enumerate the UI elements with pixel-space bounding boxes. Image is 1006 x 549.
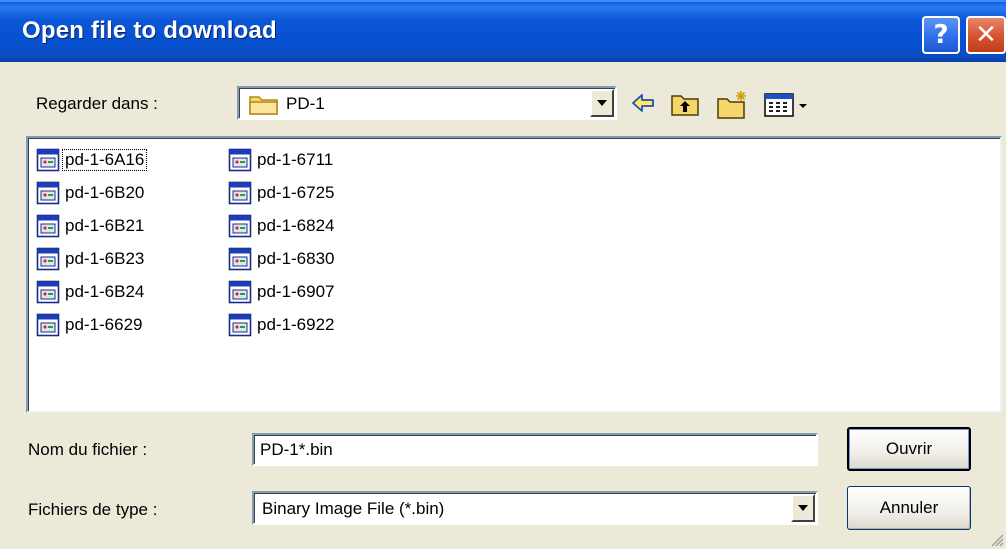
window-title: Open file to download: [22, 17, 277, 44]
file-name: pd-1-6A16: [61, 149, 148, 171]
list-item[interactable]: pd-1-6B21: [36, 212, 146, 240]
file-name: pd-1-6B20: [65, 183, 145, 202]
binary-file-icon: [228, 280, 252, 304]
binary-file-icon: [36, 214, 60, 238]
list-item[interactable]: pd-1-6725: [228, 179, 337, 207]
file-name: pd-1-6B24: [65, 282, 145, 301]
close-button[interactable]: ✕: [966, 16, 1006, 54]
binary-file-icon: [228, 148, 252, 172]
file-list[interactable]: pd-1-6A16 pd-1-6B20 pd-1-6B21 pd-1-6B23 …: [26, 136, 1002, 413]
help-icon: ?: [933, 20, 949, 50]
resize-grip-icon[interactable]: [988, 531, 1004, 547]
binary-file-icon: [228, 214, 252, 238]
file-name: pd-1-6725: [257, 183, 335, 202]
open-button[interactable]: Ouvrir: [847, 427, 971, 471]
file-name: pd-1-6830: [257, 249, 335, 268]
binary-file-icon: [228, 247, 252, 271]
list-item[interactable]: pd-1-6B23: [36, 245, 146, 273]
binary-file-icon: [36, 280, 60, 304]
title-bar[interactable]: Open file to download ? ✕: [0, 0, 1006, 62]
filename-input[interactable]: [252, 433, 818, 466]
binary-file-icon: [228, 181, 252, 205]
back-arrow-icon[interactable]: [630, 90, 656, 116]
file-name: pd-1-6711: [257, 150, 334, 169]
binary-file-icon: [36, 313, 60, 337]
file-name: pd-1-6824: [257, 216, 335, 235]
cancel-button-label: Annuler: [879, 498, 939, 517]
list-item[interactable]: pd-1-6629: [36, 311, 145, 339]
binary-file-icon: [36, 247, 60, 271]
lookin-value: PD-1: [286, 94, 325, 113]
list-item[interactable]: pd-1-6830: [228, 245, 337, 273]
filetype-label: Fichiers de type :: [28, 500, 158, 519]
list-item[interactable]: pd-1-6B20: [36, 179, 146, 207]
up-folder-icon[interactable]: [670, 90, 700, 118]
list-item[interactable]: pd-1-6922: [228, 311, 337, 339]
file-name: pd-1-6907: [257, 282, 335, 301]
file-name: pd-1-6B21: [65, 216, 145, 235]
filetype-value: Binary Image File (*.bin): [262, 499, 445, 518]
list-item[interactable]: pd-1-6B24: [36, 278, 146, 306]
close-icon: ✕: [975, 20, 997, 50]
filetype-dropdown-arrow[interactable]: [791, 494, 815, 522]
folder-icon: [249, 96, 278, 115]
open-button-label: Ouvrir: [885, 439, 933, 458]
list-item[interactable]: pd-1-6824: [228, 212, 337, 240]
view-menu-icon[interactable]: [764, 92, 812, 118]
file-name: pd-1-6629: [65, 315, 143, 334]
binary-file-icon: [36, 148, 60, 172]
lookin-dropdown-arrow[interactable]: [590, 89, 614, 117]
list-item[interactable]: pd-1-6711: [228, 146, 335, 174]
binary-file-icon: [228, 313, 252, 337]
new-folder-icon[interactable]: [716, 90, 750, 120]
filename-label: Nom du fichier :: [28, 440, 148, 459]
help-button[interactable]: ?: [922, 16, 960, 54]
lookin-label: Regarder dans :: [36, 94, 158, 113]
binary-file-icon: [36, 181, 60, 205]
file-name: pd-1-6B23: [65, 249, 145, 268]
cancel-button[interactable]: Annuler: [847, 486, 971, 530]
list-item[interactable]: pd-1-6A16: [36, 146, 148, 174]
list-item[interactable]: pd-1-6907: [228, 278, 337, 306]
filetype-dropdown[interactable]: Binary Image File (*.bin): [252, 491, 818, 525]
lookin-dropdown[interactable]: PD-1: [237, 86, 617, 120]
file-name: pd-1-6922: [257, 315, 335, 334]
